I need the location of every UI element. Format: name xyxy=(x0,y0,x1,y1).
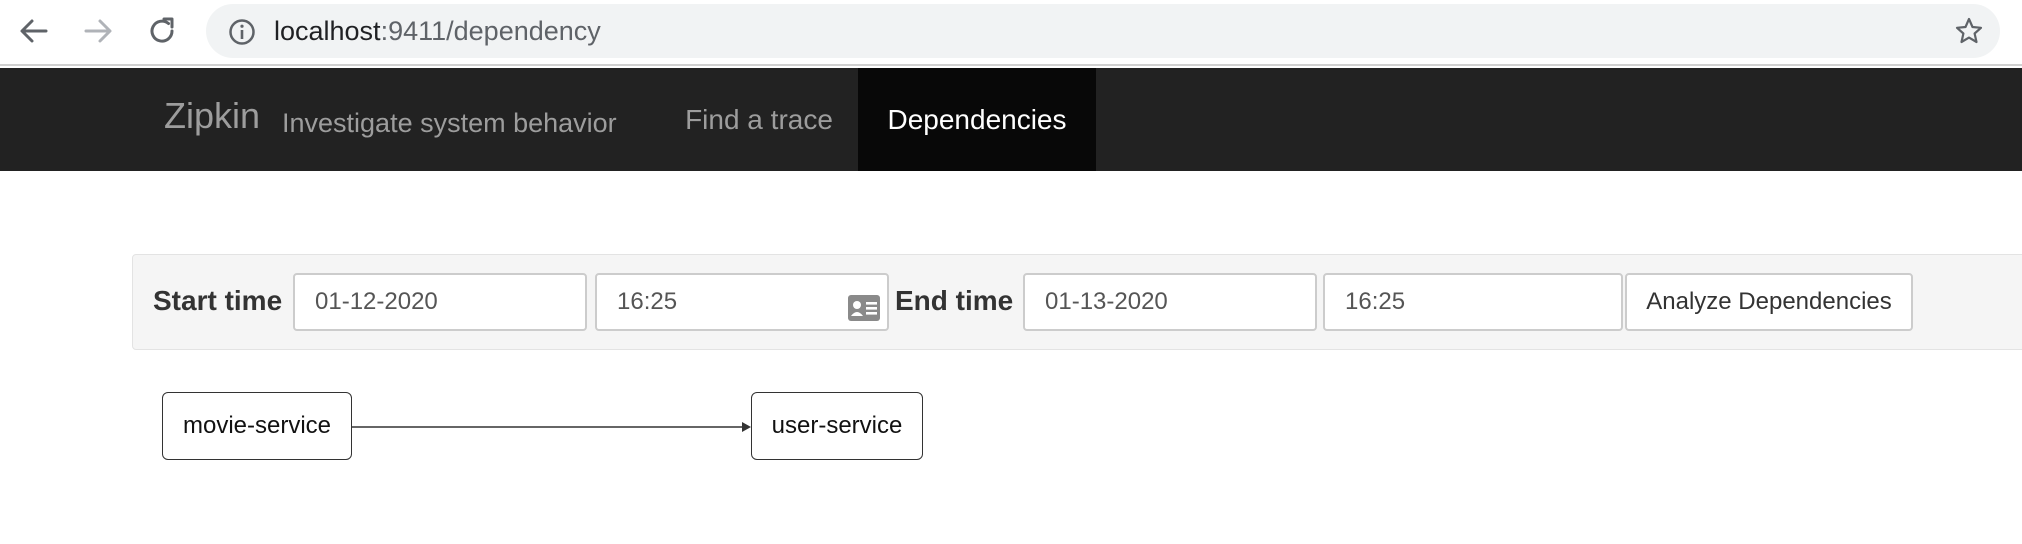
end-time-input[interactable]: 16:25 xyxy=(1323,273,1623,331)
address-bar[interactable]: localhost:9411/dependency xyxy=(206,4,2000,58)
contact-card-icon xyxy=(847,288,881,321)
start-date-input[interactable]: 01-12-2020 xyxy=(293,273,587,331)
url-text: localhost:9411/dependency xyxy=(274,16,601,46)
nav-find-trace[interactable]: Find a trace xyxy=(660,68,858,171)
browser-toolbar: localhost:9411/dependency xyxy=(0,0,2022,66)
app-navbar: Zipkin Investigate system behavior Find … xyxy=(0,68,2022,171)
brand-tagline: Investigate system behavior xyxy=(282,108,617,138)
end-date-input[interactable]: 01-13-2020 xyxy=(1023,273,1317,331)
url-host: localhost xyxy=(274,16,381,46)
end-time-label: End time xyxy=(895,285,1014,316)
forward-arrow-icon[interactable] xyxy=(80,13,116,49)
dependency-graph: movie-service user-service xyxy=(0,380,1000,490)
graph-edge[interactable] xyxy=(352,420,752,434)
graph-node-user-service[interactable]: user-service xyxy=(751,392,923,460)
back-arrow-icon[interactable] xyxy=(16,13,52,49)
reload-icon[interactable] xyxy=(144,13,180,49)
analyze-dependencies-button[interactable]: Analyze Dependencies xyxy=(1625,273,1913,331)
start-time-value: 16:25 xyxy=(617,288,678,315)
url-path: :9411/dependency xyxy=(380,16,601,46)
start-time-input[interactable]: 16:25 xyxy=(595,273,889,331)
start-time-label: Start time xyxy=(153,285,283,316)
dependency-search-panel: Start time 01-12-2020 16:25 End time 01-… xyxy=(132,254,2022,350)
brand-logo[interactable]: Zipkin xyxy=(164,96,260,136)
info-icon[interactable] xyxy=(228,18,256,46)
bookmark-star-icon[interactable] xyxy=(1954,16,1984,46)
nav-dependencies[interactable]: Dependencies xyxy=(858,68,1096,171)
graph-node-movie-service[interactable]: movie-service xyxy=(162,392,352,460)
